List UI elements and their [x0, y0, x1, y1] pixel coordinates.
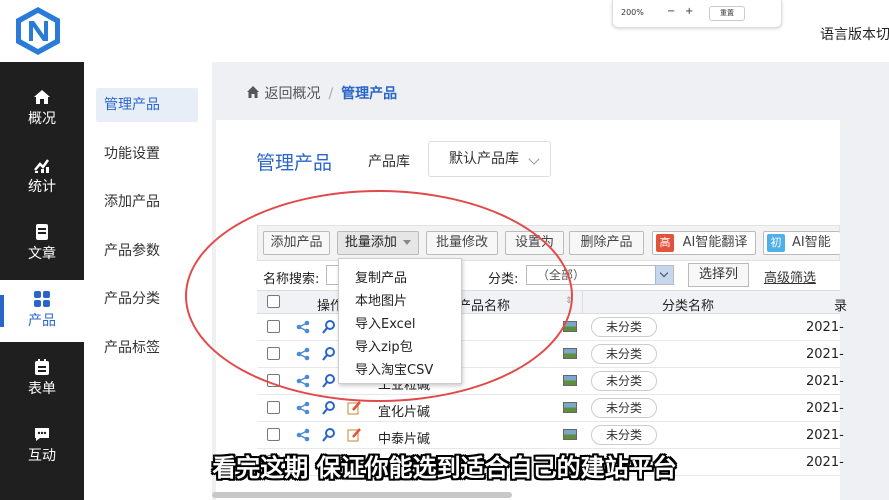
breadcrumb-back-link[interactable]: 返回概况 [264, 86, 320, 102]
zoom-control: 200% − + 重置 [612, 0, 782, 28]
document-icon [36, 224, 48, 240]
brand-logo-icon[interactable] [14, 6, 62, 56]
ai-translate-label: AI智能翻译 [682, 235, 748, 250]
highlight-circle [185, 190, 573, 402]
edit-icon[interactable] [346, 400, 362, 416]
category-tag[interactable]: 未分类 [591, 317, 657, 337]
video-subtitle: 看完这期 保证你能选到适合自己的建站平台 [212, 454, 677, 482]
category-tag[interactable]: 未分类 [591, 371, 657, 391]
ai-translate-button[interactable]: 高 AI智能翻译 [652, 231, 756, 255]
breadcrumb-separator: / [328, 86, 334, 102]
nav-item-stats[interactable]: 统计 [0, 146, 84, 208]
category-tag[interactable]: 未分类 [591, 344, 657, 364]
nav-label: 概况 [28, 111, 56, 127]
product-name[interactable]: 中泰片碱 [378, 428, 430, 447]
nav-label: 文章 [28, 246, 56, 262]
zoom-level: 200% [621, 8, 644, 17]
nav-item-forms[interactable]: 表单 [0, 348, 84, 410]
library-select[interactable]: 默认产品库 [428, 141, 551, 177]
magnifier-icon[interactable] [321, 400, 337, 416]
page-title: 管理产品 [256, 152, 333, 174]
product-name[interactable]: 宜化片碱 [378, 401, 430, 420]
product-image-icon[interactable] [563, 429, 577, 440]
subnav-item-params[interactable]: 产品参数 [96, 234, 198, 268]
share-icon[interactable] [295, 400, 311, 416]
library-select-value: 默认产品库 [449, 151, 519, 167]
share-icon[interactable] [295, 427, 311, 443]
magnifier-icon[interactable] [321, 427, 337, 443]
subnav-item-tags[interactable]: 产品标签 [96, 331, 198, 365]
table-row [257, 422, 840, 449]
ai-smart-button[interactable]: 初 AI智能 [763, 231, 840, 255]
row-date: 2021- [806, 428, 844, 443]
main-nav: 概况 统计 文章 产品 表单 互动 [0, 62, 84, 500]
nav-item-articles[interactable]: 文章 [0, 213, 84, 275]
breadcrumb-current: 管理产品 [341, 86, 398, 102]
row-checkbox[interactable] [267, 428, 280, 441]
nav-item-overview[interactable]: 概况 [0, 78, 84, 140]
subnav-item-add[interactable]: 添加产品 [96, 185, 198, 219]
subnav-item-category[interactable]: 产品分类 [96, 282, 198, 316]
chevron-down-icon [655, 266, 673, 284]
nav-label: 产品 [28, 313, 56, 329]
row-date: 2021- [806, 401, 844, 416]
library-label: 产品库 [368, 154, 410, 170]
chevron-down-icon [528, 153, 540, 165]
category-tag[interactable]: 未分类 [591, 425, 657, 445]
row-date: 2021- [806, 374, 844, 389]
nav-label: 表单 [28, 381, 56, 397]
grid-icon [34, 291, 50, 307]
product-image-icon[interactable] [563, 375, 577, 386]
edit-icon[interactable] [346, 427, 362, 443]
row-checkbox[interactable] [267, 401, 280, 414]
ai-badge-icon: 初 [767, 234, 785, 252]
column-header-date: 录 [834, 299, 848, 314]
zoom-out-button[interactable]: − [667, 6, 675, 17]
row-date: 2021- [806, 320, 844, 335]
column-header-category: 分类名称 [662, 299, 715, 314]
nav-item-products[interactable]: 产品 [0, 280, 84, 342]
language-switch[interactable]: 语言版本切换 [820, 24, 889, 44]
nav-label: 统计 [28, 179, 56, 195]
subnav-item-settings[interactable]: 功能设置 [96, 137, 198, 171]
advanced-filter-link[interactable]: 高级筛选 [764, 267, 816, 286]
delete-product-button[interactable]: 删除产品 [569, 231, 644, 255]
chart-icon [34, 159, 50, 173]
home-icon[interactable] [246, 85, 260, 99]
breadcrumb: 返回概况 / 管理产品 [246, 83, 397, 103]
horizontal-scrollbar[interactable] [212, 492, 512, 498]
active-indicator [0, 295, 4, 327]
subnav-item-manage[interactable]: 管理产品 [96, 88, 198, 122]
zoom-in-button[interactable]: + [685, 6, 693, 17]
product-image-icon[interactable] [563, 402, 577, 413]
top-bar: 200% − + 重置 语言版本切换 [0, 0, 889, 62]
zoom-reset-button[interactable]: 重置 [709, 6, 745, 21]
product-image-icon[interactable] [563, 348, 577, 359]
select-columns-button[interactable]: 选择列 [688, 263, 749, 287]
chat-icon [35, 428, 49, 441]
calendar-form-icon [35, 359, 49, 375]
row-date: 2021- [806, 347, 844, 362]
category-tag[interactable]: 未分类 [591, 398, 657, 418]
home-icon [34, 90, 50, 104]
ai-smart-label: AI智能 [792, 235, 831, 250]
ai-badge-icon: 高 [656, 234, 674, 252]
